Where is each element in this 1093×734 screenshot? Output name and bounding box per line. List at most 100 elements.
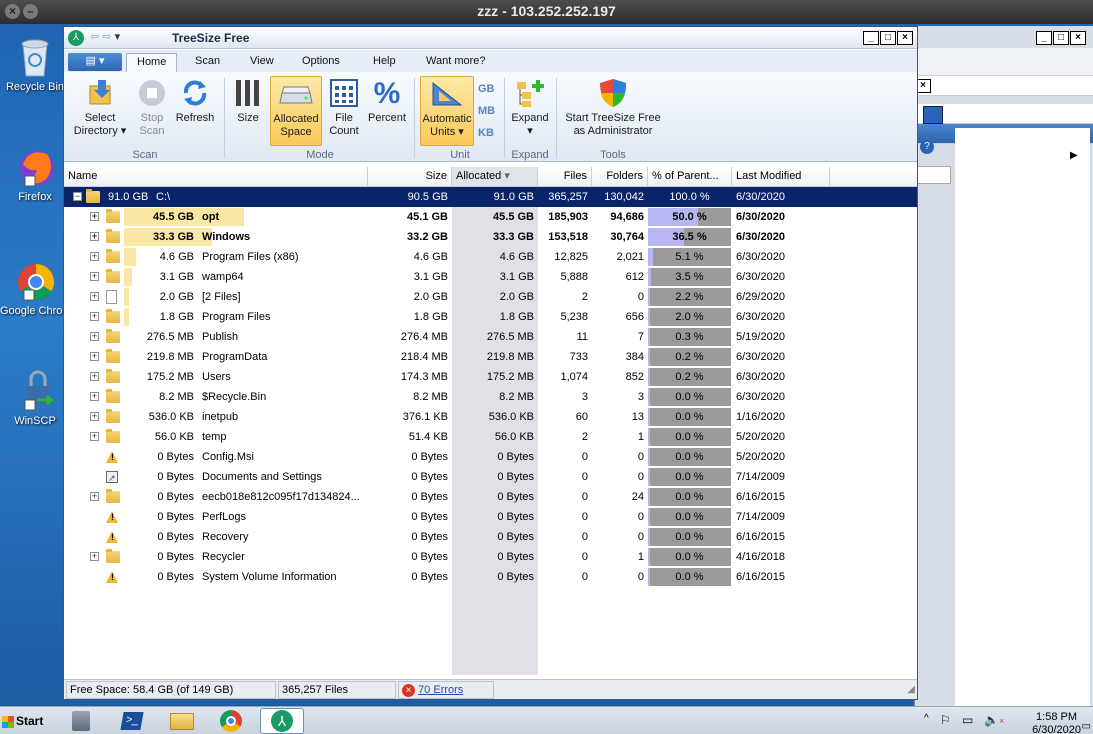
expand-icon[interactable]: +	[90, 352, 99, 361]
automatic-units-button[interactable]: Automatic Units ▾	[420, 76, 474, 146]
tree-row[interactable]: 0 Bytes Recovery 0 Bytes 0 Bytes 0 0 0.0 % 6/16…	[64, 527, 917, 547]
expand-icon[interactable]: +	[90, 272, 99, 281]
allocated-space-button[interactable]: Allocated Space	[270, 76, 322, 146]
folders-value: 0	[637, 571, 644, 583]
desktop-icon-winscp[interactable]: WinSCP	[0, 370, 70, 427]
network-icon[interactable]: ▭	[962, 713, 973, 727]
action-center-flag-icon[interactable]: ⚐	[940, 713, 951, 727]
show-hidden-icons-icon[interactable]: ^	[924, 713, 929, 724]
tree-row[interactable]: +0 Bytes Recycler 0 Bytes 0 Bytes 0 1 0.0 % 4/1…	[64, 547, 917, 567]
help-icon[interactable]: ?	[920, 140, 934, 154]
tree-row[interactable]: 0 Bytes PerfLogs 0 Bytes 0 Bytes 0 0 0.0 % 7/14…	[64, 507, 917, 527]
minimize-icon[interactable]: _	[1036, 31, 1052, 45]
forward-icon[interactable]: ⇨	[102, 31, 111, 43]
expand-icon[interactable]: +	[90, 292, 99, 301]
quick-access-dropdown-icon[interactable]: ▾	[115, 31, 121, 43]
allocated-value: 175.2 MB	[486, 371, 534, 383]
taskbar-powershell[interactable]: >_	[110, 708, 154, 734]
collapse-icon[interactable]: −	[73, 192, 82, 201]
tab-help[interactable]: Help	[363, 53, 406, 72]
tree-row[interactable]: +3.1 GB wamp64 3.1 GB 3.1 GB 5,888 612 3.5 % 6/…	[64, 267, 917, 287]
close-icon[interactable]: ×	[1070, 31, 1086, 45]
tree-row-root[interactable]: − 91.0 GB C:\ 90.5 GB 91.0 GB 365,257 13…	[64, 187, 917, 207]
taskbar-server-manager[interactable]	[60, 708, 104, 734]
tab-home[interactable]: Home	[126, 53, 178, 72]
column-last-modified[interactable]: Last Modified	[732, 167, 830, 186]
errors-link[interactable]: 70 Errors	[418, 684, 463, 696]
tree-row[interactable]: +33.3 GB Windows 33.2 GB 33.3 GB 153,518 30,7…	[64, 227, 917, 247]
tab-scan[interactable]: Scan	[185, 53, 230, 72]
expand-button[interactable]: Expand ▾	[508, 76, 552, 146]
column-name[interactable]: Name	[64, 167, 368, 186]
resize-grip-icon[interactable]: ◢	[907, 684, 915, 695]
column-files[interactable]: Files	[538, 167, 592, 186]
back-icon[interactable]: ⇦	[90, 31, 99, 43]
start-button[interactable]: Start	[0, 709, 50, 733]
select-directory-button[interactable]: Select Directory ▾	[70, 76, 130, 146]
gb-unit-button[interactable]: GB	[478, 78, 498, 100]
expand-icon[interactable]: +	[90, 372, 99, 381]
total-size: 45.5 GB	[153, 211, 194, 223]
tree-row[interactable]: +45.5 GB opt 45.1 GB 45.5 GB 185,903 94,686 50…	[64, 207, 917, 227]
expand-icon[interactable]: +	[90, 552, 99, 561]
expand-icon[interactable]: +	[90, 432, 99, 441]
tree-row[interactable]: 0 Bytes Documents and Settings 0 Bytes 0 By…	[64, 467, 917, 488]
expand-icon[interactable]: +	[90, 392, 99, 401]
tree-row[interactable]: +276.5 MB Publish 276.4 MB 276.5 MB 11 7 0.3 %…	[64, 327, 917, 347]
taskbar-treesize[interactable]: ⅄	[260, 708, 304, 734]
stop-scan-button[interactable]: Stop Scan	[132, 76, 172, 146]
expand-icon[interactable]: +	[90, 332, 99, 341]
tree-row[interactable]: +175.2 MB Users 174.3 MB 175.2 MB 1,074 852 0.…	[64, 367, 917, 387]
close-icon[interactable]: ×	[897, 31, 913, 45]
maximize-icon[interactable]: □	[880, 31, 896, 45]
search-icon[interactable]	[923, 106, 943, 124]
minimize-icon[interactable]: _	[863, 31, 879, 45]
maximize-icon[interactable]: □	[1053, 31, 1069, 45]
tree-row[interactable]: +56.0 KB temp 51.4 KB 56.0 KB 2 1 0.0 % 5/20/20…	[64, 427, 917, 447]
tree-row[interactable]: +8.2 MB $Recycle.Bin 8.2 MB 8.2 MB 3 3 0.0 % 6/…	[64, 387, 917, 407]
kb-unit-button[interactable]: KB	[478, 122, 498, 144]
tree-row[interactable]: +536.0 KB inetpub 376.1 KB 536.0 KB 60 13 0.0 …	[64, 407, 917, 427]
tree-row[interactable]: +0 Bytes eecb018e812c095f17d134824... 0 By…	[64, 487, 917, 507]
expand-icon[interactable]: +	[90, 312, 99, 321]
tab-options[interactable]: Options	[292, 53, 350, 72]
mb-unit-button[interactable]: MB	[478, 100, 498, 122]
expand-icon[interactable]: +	[90, 412, 99, 421]
percent-button[interactable]: % Percent	[366, 76, 408, 146]
size-mode-button[interactable]: Size	[230, 76, 266, 146]
volume-muted-icon[interactable]: 🔈×	[984, 713, 1004, 727]
allocated-value: 0 Bytes	[497, 551, 534, 563]
tree-row[interactable]: +4.6 GB Program Files (x86) 4.6 GB 4.6 GB 12…	[64, 247, 917, 267]
expand-icon[interactable]: +	[90, 492, 99, 501]
column-folders[interactable]: Folders	[592, 167, 648, 186]
expand-icon[interactable]: +	[90, 252, 99, 261]
file-count-button[interactable]: File Count	[324, 76, 364, 146]
taskbar-explorer[interactable]	[160, 708, 204, 734]
tab-view[interactable]: View	[240, 53, 284, 72]
tree-row[interactable]: 0 Bytes System Volume Information 0 Bytes 0…	[64, 567, 917, 587]
column-percent-of-parent[interactable]: % of Parent...	[648, 167, 732, 186]
chevron-right-icon[interactable]: ▶	[1070, 150, 1078, 161]
column-size[interactable]: Size	[368, 167, 452, 186]
tab-want-more[interactable]: Want more?	[416, 53, 496, 72]
tree-row[interactable]: +2.0 GB [2 Files] 2.0 GB 2.0 GB 2 0 2.2 % 6/29/…	[64, 287, 917, 307]
tree-row[interactable]: 0 Bytes Config.Msi 0 Bytes 0 Bytes 0 0 0.0 % 5/…	[64, 447, 917, 467]
expand-icon[interactable]: +	[90, 212, 99, 221]
column-allocated[interactable]: Allocated ▾	[452, 167, 538, 186]
desktop-icon-firefox[interactable]: Firefox	[0, 146, 70, 203]
refresh-button[interactable]: Refresh	[172, 76, 218, 146]
file-menu-button[interactable]: ▤ ▾	[68, 53, 122, 71]
expand-icon[interactable]: +	[90, 232, 99, 241]
tree-row[interactable]: +219.8 MB ProgramData 218.4 MB 219.8 MB 733 3…	[64, 347, 917, 367]
tree-row[interactable]: +1.8 GB Program Files 1.8 GB 1.8 GB 5,238 656…	[64, 307, 917, 327]
allocated-value: 45.5 GB	[493, 211, 534, 223]
desktop-icon-chrome[interactable]: Google Chrome	[0, 260, 68, 317]
ruler-triangle-icon	[421, 77, 473, 111]
desktop-icon-recycle-bin[interactable]: Recycle Bin	[0, 36, 70, 93]
clock[interactable]: 1:58 PM 6/30/2020	[1032, 711, 1081, 734]
errors-status[interactable]: × 70 Errors	[398, 681, 494, 699]
start-as-admin-button[interactable]: Start TreeSize Free as Administrator	[560, 76, 666, 146]
taskbar-chrome[interactable]	[210, 708, 254, 734]
notifications-icon[interactable]: ▭	[1082, 721, 1091, 732]
item-name: wamp64	[202, 271, 244, 283]
